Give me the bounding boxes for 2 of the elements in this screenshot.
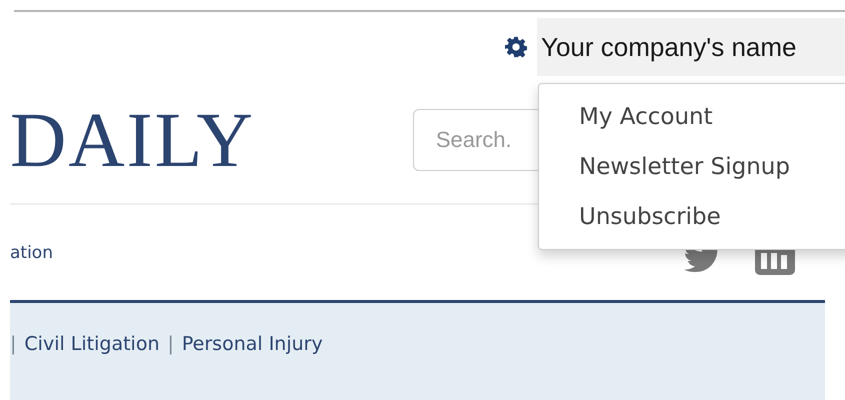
separator: | [167, 333, 174, 355]
separator: | [10, 333, 16, 355]
